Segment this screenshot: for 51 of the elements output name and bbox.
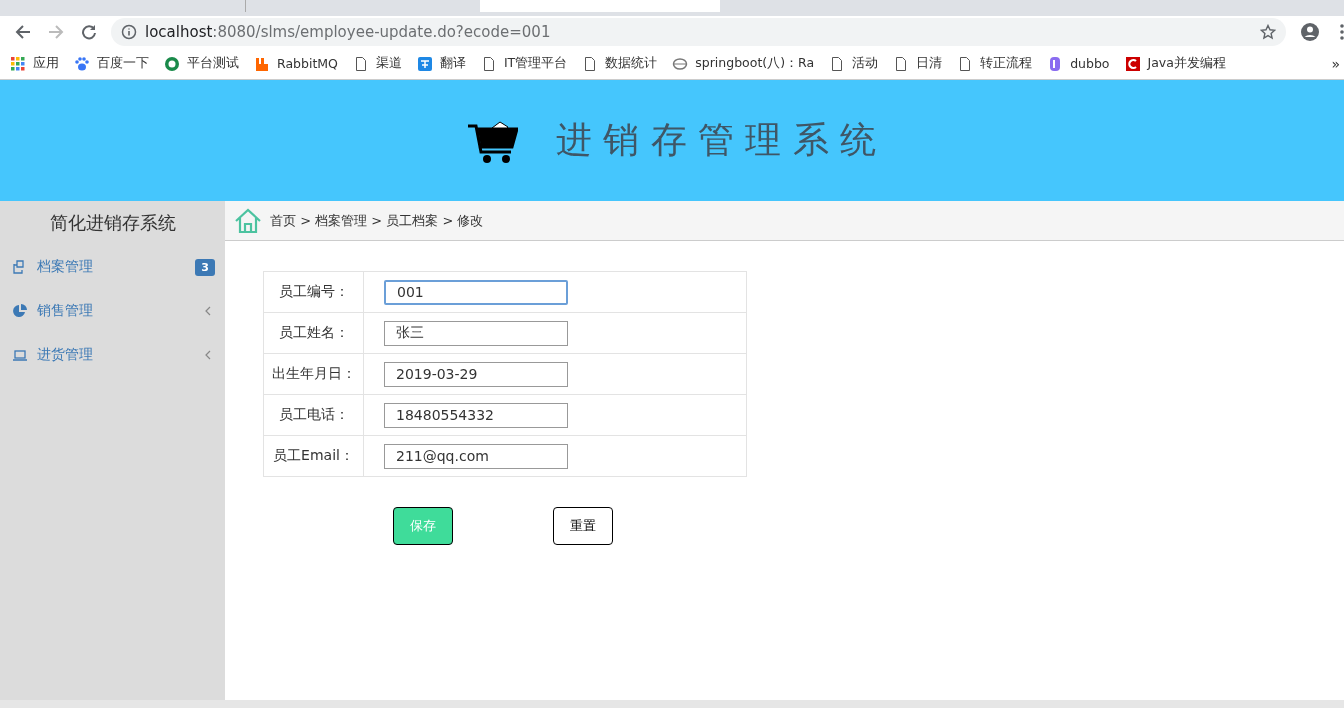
laptop-icon: [13, 348, 27, 362]
back-icon[interactable]: [14, 24, 31, 40]
bookmark[interactable]: 翻译: [416, 55, 466, 72]
menu-label: 进货管理: [37, 346, 94, 364]
menu-icon[interactable]: [1340, 24, 1344, 40]
bookmark[interactable]: Java并发编程: [1124, 55, 1226, 72]
bookmark[interactable]: 数据统计: [582, 55, 658, 72]
url-text: localhost:8080/slms/employee-update.do?ecode=001: [145, 23, 552, 41]
copy-icon: [13, 260, 27, 274]
bookmark[interactable]: 百度一下: [74, 55, 149, 72]
reload-icon[interactable]: [80, 24, 97, 40]
more-bookmarks[interactable]: »: [1331, 55, 1340, 72]
rabbit-logo-icon: [254, 55, 270, 72]
round-logo-icon: [164, 55, 180, 72]
count-badge: 3: [195, 258, 215, 276]
menu-label: 档案管理: [37, 258, 94, 276]
input-field[interactable]: 张三: [384, 320, 568, 346]
input-field[interactable]: 18480554332: [384, 402, 568, 428]
field-label: 员工编号：: [263, 271, 364, 313]
field-label: 员工Email：: [263, 435, 364, 477]
system-title: 进 销 存 管 理 系 统: [555, 118, 877, 162]
translate-icon: [416, 55, 433, 72]
address-bar[interactable]: localhost:8080/slms/employee-update.do?ecode=001: [111, 18, 1286, 46]
bookmark[interactable]: dubbo: [1047, 55, 1110, 72]
info-icon: [121, 24, 137, 40]
account-icon[interactable]: [1300, 22, 1320, 42]
apps-grid-icon: [10, 55, 26, 72]
input-field[interactable]: 211@qq.com: [384, 443, 568, 469]
bookmark[interactable]: IT管理平台: [480, 55, 568, 72]
bookmark[interactable]: 渠道: [352, 55, 402, 72]
bookmark[interactable]: 转正流程: [957, 55, 1033, 72]
breadcrumb: 首页 > 档案管理 > 员工档案 > 修改: [270, 211, 484, 230]
field-label: 员工姓名：: [263, 312, 364, 354]
bookmark[interactable]: 应用: [10, 55, 59, 72]
bookmark[interactable]: springboot(八)：Ra: [672, 55, 815, 72]
pie-chart-icon: [13, 304, 27, 318]
reset-button[interactable]: 重置: [553, 507, 613, 545]
star-icon[interactable]: [1260, 24, 1276, 40]
c-logo-icon: [1124, 55, 1141, 72]
sidebar-item[interactable]: 档案管理 3: [0, 245, 225, 289]
bookmark[interactable]: 日清: [893, 55, 943, 72]
bookmark[interactable]: 平台测试: [164, 55, 239, 72]
bookmark[interactable]: 活动: [829, 55, 879, 72]
input-field[interactable]: 2019-03-29: [384, 361, 568, 387]
sidebar-title: 简化进销存系统: [48, 211, 177, 235]
menu-label: 销售管理: [37, 302, 94, 320]
field-label: 员工电话：: [263, 394, 364, 436]
bookmark[interactable]: RabbitMQ: [254, 55, 338, 72]
paw-icon: [74, 55, 90, 72]
input-field[interactable]: 001: [384, 279, 568, 305]
field-label: 出生年月日：: [263, 353, 364, 395]
